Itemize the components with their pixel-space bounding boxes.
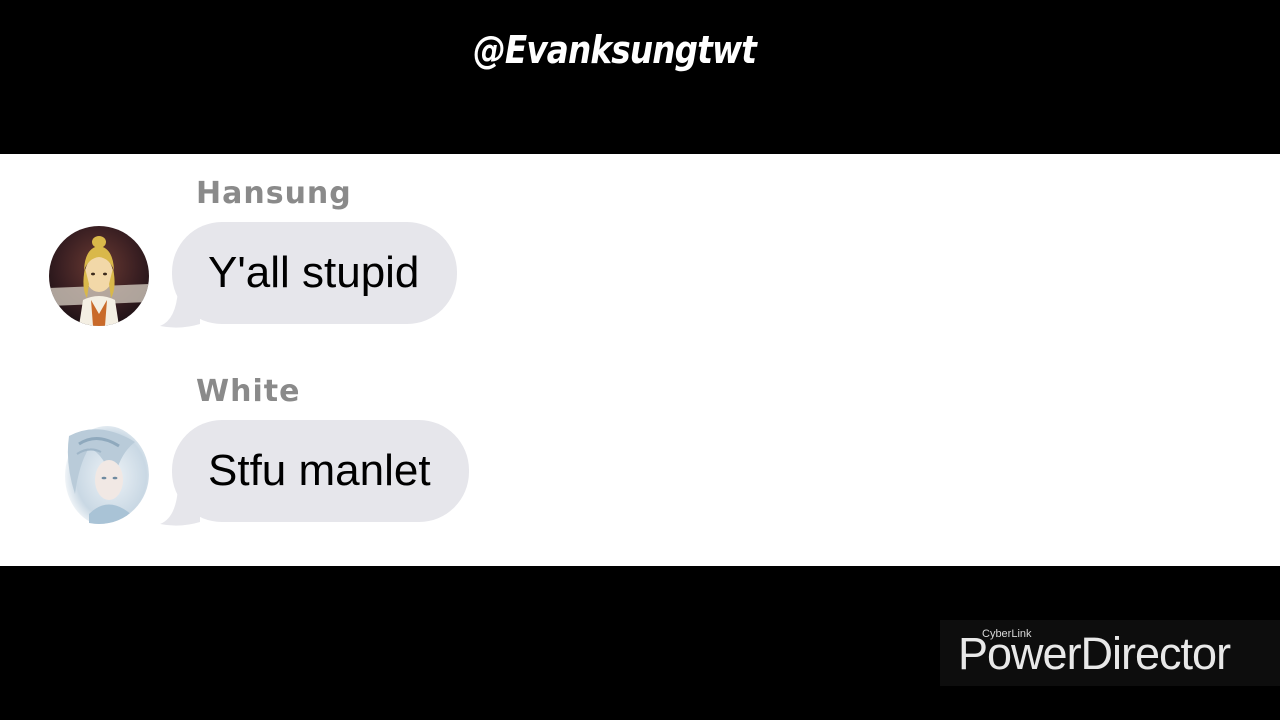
creator-handle: @Evanksungtwt xyxy=(473,28,757,72)
sender-name: Hansung xyxy=(196,176,352,211)
avatar-hansung-icon xyxy=(49,226,149,326)
avatar[interactable] xyxy=(49,226,149,326)
message-bubble-container: Stfu manlet xyxy=(160,420,469,526)
editor-watermark: CyberLink PowerDirector xyxy=(940,620,1280,686)
message-bubble-container: Y'all stupid xyxy=(160,222,458,328)
chat-panel: Hansung Y'all stupid White Stfu manlet xyxy=(0,154,1280,566)
video-frame: @Evanksungtwt Hansung Y'all stupid White… xyxy=(0,0,1280,720)
avatar-white-icon xyxy=(49,424,149,524)
avatar[interactable] xyxy=(49,424,149,524)
message-bubble[interactable]: Y'all stupid xyxy=(172,222,458,324)
watermark-product: PowerDirector xyxy=(958,628,1231,679)
sender-name: White xyxy=(196,374,301,409)
message-bubble[interactable]: Stfu manlet xyxy=(172,420,469,522)
